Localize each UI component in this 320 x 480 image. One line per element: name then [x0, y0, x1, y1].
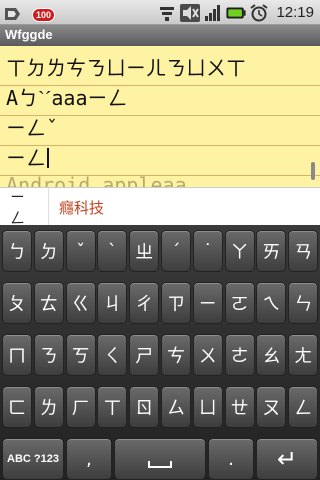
key[interactable]: ㄕ: [129, 334, 160, 376]
note-line: ㄧㄥˇ: [6, 116, 59, 140]
status-bar: 100 12:19: [0, 0, 320, 25]
key[interactable]: ㄉ: [33, 230, 64, 272]
key[interactable]: ㄛ: [224, 282, 255, 324]
key[interactable]: ㄗ: [161, 282, 191, 324]
key[interactable]: ㄅ: [2, 230, 32, 272]
key[interactable]: ˙: [192, 230, 223, 272]
key[interactable]: ㄨ: [192, 334, 223, 376]
wifi-icon: [157, 3, 177, 23]
candidate-bar: ㄧㄥ 癮科技: [0, 187, 320, 227]
key[interactable]: ㄏ: [65, 386, 96, 428]
candidate-item[interactable]: 癮科技: [48, 188, 114, 226]
text-cursor: [47, 148, 49, 168]
key[interactable]: ㄥ: [288, 386, 319, 428]
notification-badge-icon[interactable]: 100: [32, 8, 56, 22]
key[interactable]: ㄡ: [256, 386, 287, 428]
note-line: ㄒㄉㄌㄘㄋㄩㄧㄦㄋㄩㄨㄒ: [6, 56, 246, 80]
key[interactable]: ㄢ: [288, 230, 319, 272]
key[interactable]: ˋ: [97, 230, 128, 272]
key[interactable]: ㄣ: [288, 282, 319, 324]
key[interactable]: ㄝ: [224, 386, 255, 428]
key[interactable]: ㄚ: [224, 230, 255, 272]
key[interactable]: ㄍ: [65, 282, 96, 324]
key[interactable]: ㄊ: [33, 282, 64, 324]
key[interactable]: ㄩ: [192, 386, 223, 428]
key[interactable]: ˇ: [65, 230, 96, 272]
comma-key[interactable]: ,: [66, 438, 112, 480]
key[interactable]: ㄤ: [288, 334, 319, 376]
period-key[interactable]: .: [208, 438, 254, 480]
key[interactable]: ㄔ: [129, 282, 160, 324]
note-editor[interactable]: ㄒㄉㄌㄘㄋㄩㄧㄦㄋㄩㄨㄒ Aㄅˋˊaaaㄧㄥ ㄧㄥˇ ㄧㄥ Android ap…: [0, 46, 320, 187]
key[interactable]: ㄙ: [161, 386, 191, 428]
key[interactable]: ㄖ: [129, 386, 160, 428]
key[interactable]: ㄞ: [256, 230, 287, 272]
battery-icon: [226, 3, 246, 23]
key[interactable]: ˊ: [161, 230, 191, 272]
key[interactable]: ㄧ: [192, 282, 223, 324]
key[interactable]: ㄈ: [2, 386, 32, 428]
space-key[interactable]: [114, 438, 206, 480]
note-line-text: ㄧㄥ: [6, 146, 46, 170]
key[interactable]: ㄌ: [33, 386, 64, 428]
enter-key[interactable]: ↵: [256, 438, 318, 480]
app-title: Wfggde: [5, 27, 53, 42]
key[interactable]: ㄇ: [2, 334, 32, 376]
status-clock: 12:19: [276, 4, 314, 21]
signal-icon: [203, 3, 223, 23]
key[interactable]: ㄆ: [2, 282, 32, 324]
note-line-current: ㄧㄥ: [6, 145, 49, 171]
key[interactable]: ㄋ: [33, 334, 64, 376]
zhuyin-keyboard: ㄅㄉ ˇ ˋ ㄓ ˊ ˙ ㄚㄞㄢㄆㄊㄍㄐㄔㄗㄧㄛㄟㄣㄇㄋㄎㄑㄕㄘㄨㄜㄠㄤㄈㄌㄏㄒㄖㄙㄩㄝㄡㄥ…: [0, 225, 320, 480]
mute-icon: [180, 3, 201, 23]
app-title-bar: Wfggde: [0, 25, 320, 46]
note-line: Aㄅˋˊaaaㄧㄥ: [6, 86, 128, 110]
alarm-icon: [249, 3, 269, 23]
key[interactable]: ㄘ: [161, 334, 191, 376]
key[interactable]: ㄓ: [129, 230, 160, 272]
note-line: Android appleaa: [6, 173, 187, 187]
mode-switch-key[interactable]: ABC ?123: [2, 438, 64, 480]
key[interactable]: ㄑ: [97, 334, 128, 376]
key[interactable]: ㄐ: [97, 282, 128, 324]
candidate-item[interactable]: ㄧㄥ: [0, 188, 48, 227]
key[interactable]: ㄜ: [224, 334, 255, 376]
key[interactable]: ㄎ: [65, 334, 96, 376]
usb-debug-icon: [4, 6, 24, 20]
space-bar-icon: [148, 460, 172, 468]
key[interactable]: ㄒ: [97, 386, 128, 428]
key[interactable]: ㄟ: [256, 282, 287, 324]
note-scrollbar[interactable]: [311, 162, 315, 180]
key[interactable]: ㄠ: [256, 334, 287, 376]
